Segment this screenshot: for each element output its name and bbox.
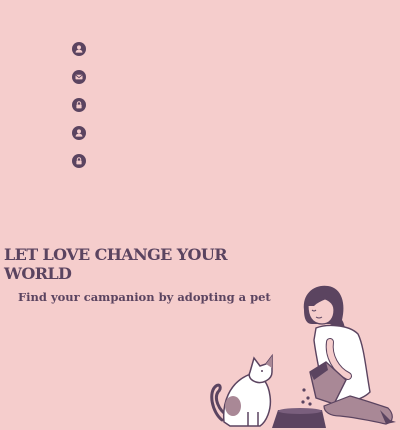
lock-icon: [72, 154, 86, 168]
user-icon: [72, 42, 86, 56]
envelope-icon: [72, 70, 86, 84]
hero-title: LET LOVE CHANGE YOUR WORLD: [4, 245, 228, 283]
girl-feeding-cat-illustration: [210, 285, 396, 428]
user-icon: [72, 126, 86, 140]
lock-icon: [72, 98, 86, 112]
